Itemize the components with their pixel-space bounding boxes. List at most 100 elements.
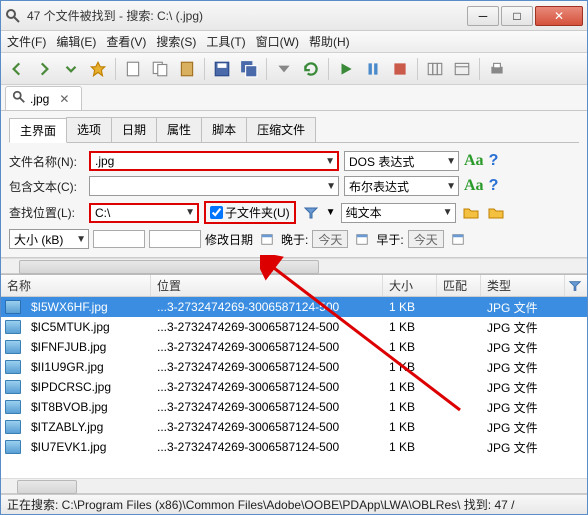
menubar: 文件(F) 编辑(E) 查看(V) 搜索(S) 工具(T) 窗口(W) 帮助(H… [1, 31, 587, 53]
table-row[interactable]: $IU7EVK1.jpg...3-2732474269-3006587124-5… [1, 437, 587, 457]
titlebar: 47 个文件被找到 - 搜索: C:\ (.jpg) ─ □ ✕ [1, 1, 587, 31]
table-row[interactable]: $IFNFJUB.jpg...3-2732474269-3006587124-5… [1, 337, 587, 357]
case-toggle[interactable]: Aa [464, 152, 484, 170]
status-bar: 正在搜索: C:\Program Files (x86)\Common File… [1, 494, 587, 514]
file-icon [5, 360, 21, 374]
paste-button[interactable] [175, 57, 199, 81]
stop-button[interactable] [388, 57, 412, 81]
toggle-pane-button[interactable] [272, 57, 296, 81]
file-icon [5, 300, 21, 314]
file-icon [5, 420, 21, 434]
menu-search[interactable]: 搜索(S) [156, 33, 196, 50]
size-select[interactable]: 大小 (kB)▼ [9, 229, 89, 249]
recent-button[interactable] [59, 57, 83, 81]
chevron-down-icon: ▼ [325, 156, 335, 167]
contains-input[interactable]: ▼ [89, 176, 339, 196]
calendar-icon-3[interactable] [448, 229, 468, 249]
later-date-input[interactable]: 今天 [312, 230, 348, 248]
table-row[interactable]: $IT8BVOB.jpg...3-2732474269-3006587124-5… [1, 397, 587, 417]
search-icon [12, 90, 26, 107]
tab-close-icon[interactable]: ✕ [59, 92, 69, 106]
earlier-date-input[interactable]: 今天 [408, 230, 444, 248]
back-button[interactable] [5, 57, 29, 81]
subfolders-checkbox[interactable]: 子文件夹(U) [204, 201, 296, 224]
file-icon [5, 380, 21, 394]
table-row[interactable]: $II1U9GR.jpg...3-2732474269-3006587124-5… [1, 357, 587, 377]
menu-file[interactable]: 文件(F) [7, 33, 46, 50]
pause-button[interactable] [361, 57, 385, 81]
file-icon [5, 440, 21, 454]
moddate-label: 修改日期 [205, 231, 253, 248]
menu-help[interactable]: 帮助(H) [309, 33, 350, 50]
column-filter-icon[interactable] [565, 276, 585, 296]
subtab-options[interactable]: 选项 [66, 117, 112, 142]
print-button[interactable] [485, 57, 509, 81]
col-location[interactable]: 位置 [151, 275, 383, 296]
toolbar [1, 53, 587, 85]
tab-label: .jpg [30, 92, 49, 106]
file-icon [5, 400, 21, 414]
calendar-icon-2[interactable] [352, 229, 372, 249]
minimize-button[interactable]: ─ [467, 6, 499, 26]
status-text: 正在搜索: C:\Program Files (x86)\Common File… [7, 496, 514, 513]
save-all-button[interactable] [237, 57, 261, 81]
list-scrollbar[interactable] [1, 478, 587, 494]
folder-icon[interactable] [486, 203, 506, 223]
text-mode-select[interactable]: 纯文本▼ [341, 203, 456, 223]
size-max-input[interactable] [149, 230, 201, 248]
new-button[interactable] [121, 57, 145, 81]
search-tab[interactable]: .jpg ✕ [5, 86, 82, 110]
table-row[interactable]: $I5WX6HF.jpg...3-2732474269-3006587124-5… [1, 297, 587, 317]
contains-mode-select[interactable]: 布尔表达式▼ [344, 176, 459, 196]
close-button[interactable]: ✕ [535, 6, 583, 26]
search-pane: 主界面 选项 日期 属性 脚本 压缩文件 文件名称(N): .jpg▼ DOS … [1, 111, 587, 258]
later-label: 晚于: [281, 231, 308, 248]
menu-view[interactable]: 查看(V) [106, 33, 146, 50]
save-button[interactable] [210, 57, 234, 81]
col-name[interactable]: 名称 [1, 275, 151, 296]
filename-input[interactable]: .jpg▼ [89, 151, 339, 171]
col-type[interactable]: 类型 [481, 275, 565, 296]
menu-tools[interactable]: 工具(T) [206, 33, 245, 50]
subtab-main[interactable]: 主界面 [9, 118, 67, 143]
table-row[interactable]: $ITZABLY.jpg...3-2732474269-3006587124-5… [1, 417, 587, 437]
col-match[interactable]: 匹配 [437, 275, 481, 296]
tab-strip: .jpg ✕ [1, 85, 587, 111]
folder-open-icon[interactable] [461, 203, 481, 223]
size-min-input[interactable] [93, 230, 145, 248]
pane-scrollbar[interactable] [1, 258, 587, 274]
calendar-icon[interactable] [257, 229, 277, 249]
play-button[interactable] [334, 57, 358, 81]
view-button[interactable] [450, 57, 474, 81]
subtab-date[interactable]: 日期 [111, 117, 157, 142]
table-row[interactable]: $IC5MTUK.jpg...3-2732474269-3006587124-5… [1, 317, 587, 337]
col-size[interactable]: 大小 [383, 275, 437, 296]
contains-label: 包含文本(C): [9, 178, 84, 195]
filename-help-icon[interactable]: ? [489, 152, 499, 170]
lookin-label: 查找位置(L): [9, 204, 84, 221]
filename-mode-select[interactable]: DOS 表达式▼ [344, 151, 459, 171]
copy-button[interactable] [148, 57, 172, 81]
app-icon [5, 8, 21, 24]
filename-label: 文件名称(N): [9, 153, 84, 170]
subtab-attr[interactable]: 属性 [156, 117, 202, 142]
case-toggle-2[interactable]: Aa [464, 177, 484, 195]
favorite-button[interactable] [86, 57, 110, 81]
menu-edit[interactable]: 编辑(E) [56, 33, 96, 50]
earlier-label: 早于: [376, 231, 403, 248]
contains-help-icon[interactable]: ? [489, 177, 499, 195]
window-title: 47 个文件被找到 - 搜索: C:\ (.jpg) [27, 7, 465, 24]
lookin-input[interactable]: C:\▼ [89, 203, 199, 223]
table-row[interactable]: $IPDCRSC.jpg...3-2732474269-3006587124-5… [1, 377, 587, 397]
file-icon [5, 320, 21, 334]
maximize-button[interactable]: □ [501, 6, 533, 26]
filter-icon[interactable] [301, 203, 321, 223]
forward-button[interactable] [32, 57, 56, 81]
results-list: $I5WX6HF.jpg...3-2732474269-3006587124-5… [1, 297, 587, 478]
subtab-zip[interactable]: 压缩文件 [246, 117, 316, 142]
columns-button[interactable] [423, 57, 447, 81]
chevron-down-icon[interactable]: ▼ [326, 207, 336, 218]
subtab-script[interactable]: 脚本 [201, 117, 247, 142]
refresh-button[interactable] [299, 57, 323, 81]
menu-window[interactable]: 窗口(W) [256, 33, 299, 50]
